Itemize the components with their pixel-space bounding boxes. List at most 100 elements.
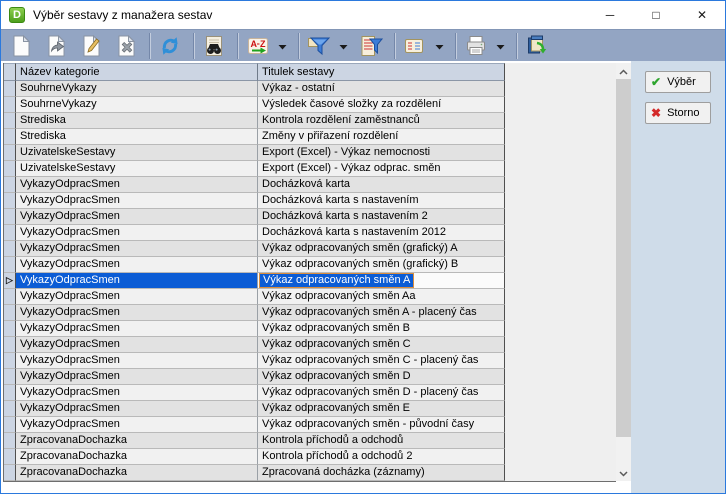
sort-az-dropdown-button[interactable] <box>276 32 289 60</box>
vertical-scrollbar[interactable] <box>616 63 631 481</box>
title-cell[interactable]: Export (Excel) - Výkaz nemocnosti <box>258 145 505 161</box>
row-selector-cell[interactable] <box>4 417 16 433</box>
table-row[interactable]: ZpracovanaDochazkaZpracovaná docházka (z… <box>4 465 616 481</box>
title-cell[interactable]: Kontrola příchodů a odchodů <box>258 433 505 449</box>
row-selector-cell[interactable] <box>4 433 16 449</box>
table-row[interactable]: VykazyOdpracSmenVýkaz odpracovaných směn… <box>4 369 616 385</box>
table-row[interactable]: VykazyOdpracSmenDocházková karta s nasta… <box>4 209 616 225</box>
row-selector-cell[interactable] <box>4 449 16 465</box>
sort-az-button[interactable]: AZ <box>244 32 272 60</box>
row-selector-cell[interactable] <box>4 321 16 337</box>
scroll-down-button[interactable] <box>616 465 631 481</box>
category-cell[interactable]: UzivatelskeSestavy <box>16 145 258 161</box>
column-header-1[interactable]: Název kategorie <box>16 63 258 81</box>
table-row[interactable]: VykazyOdpracSmenVýkaz odpracovaných směn… <box>4 289 616 305</box>
category-cell[interactable]: VykazyOdpracSmen <box>16 209 258 225</box>
scroll-up-button[interactable] <box>616 63 631 79</box>
row-selector-cell[interactable] <box>4 337 16 353</box>
category-cell[interactable]: VykazyOdpracSmen <box>16 417 258 433</box>
category-cell[interactable]: VykazyOdpracSmen <box>16 369 258 385</box>
table-row[interactable]: VykazyOdpracSmenVýkaz odpracovaných směn… <box>4 401 616 417</box>
table-row[interactable]: VykazyOdpracSmenVýkaz odpracovaných směn… <box>4 241 616 257</box>
category-cell[interactable]: VykazyOdpracSmen <box>16 289 258 305</box>
table-row[interactable]: ZpracovanaDochazkaKontrola příchodů a od… <box>4 449 616 465</box>
select-button[interactable]: ✔Výběr <box>645 71 711 93</box>
filter-dropdown-button[interactable] <box>337 32 350 60</box>
row-selector-cell[interactable] <box>4 305 16 321</box>
title-cell[interactable]: Výkaz odpracovaných směn D - placený čas <box>258 385 505 401</box>
category-cell[interactable]: UzivatelskeSestavy <box>16 161 258 177</box>
row-selector-cell[interactable] <box>4 225 16 241</box>
print-dropdown-button[interactable] <box>494 32 507 60</box>
filter-button[interactable] <box>305 32 333 60</box>
category-cell[interactable]: VykazyOdpracSmen <box>16 353 258 369</box>
title-cell[interactable]: Zpracovaná docházka (záznamy) <box>258 465 505 481</box>
table-row[interactable]: VykazyOdpracSmenDocházková karta <box>4 177 616 193</box>
new-report-button[interactable] <box>7 32 35 60</box>
title-cell[interactable]: Výkaz odpracovaných směn (grafický) B <box>258 257 505 273</box>
category-cell[interactable]: ZpracovanaDochazka <box>16 433 258 449</box>
title-cell[interactable]: Výkaz odpracovaných směn D <box>258 369 505 385</box>
table-row[interactable]: VykazyOdpracSmenVýkaz odpracovaných směn… <box>4 305 616 321</box>
title-cell[interactable]: Výkaz odpracovaných směn C - placený čas <box>258 353 505 369</box>
row-selector-cell[interactable] <box>4 81 16 97</box>
columns-dropdown-button[interactable] <box>433 32 446 60</box>
table-row[interactable]: VykazyOdpracSmenVýkaz odpracovaných směn… <box>4 417 616 433</box>
table-row[interactable]: VykazyOdpracSmenVýkaz odpracovaných směn… <box>4 337 616 353</box>
category-cell[interactable]: Strediska <box>16 129 258 145</box>
refresh-button[interactable] <box>156 32 184 60</box>
category-cell[interactable]: VykazyOdpracSmen <box>16 257 258 273</box>
row-selector-cell[interactable] <box>4 161 16 177</box>
row-selector-cell[interactable] <box>4 97 16 113</box>
maximize-button[interactable]: □ <box>633 1 679 29</box>
category-cell[interactable]: SouhrneVykazy <box>16 81 258 97</box>
table-row[interactable]: VykazyOdpracSmenDocházková karta s nasta… <box>4 225 616 241</box>
category-cell[interactable]: Strediska <box>16 113 258 129</box>
export-button[interactable] <box>523 32 551 60</box>
title-cell[interactable]: Změny v přiřazení rozdělení <box>258 129 505 145</box>
table-row[interactable]: VykazyOdpracSmenVýkaz odpracovaných směn… <box>4 257 616 273</box>
category-cell[interactable]: VykazyOdpracSmen <box>16 177 258 193</box>
category-cell[interactable]: VykazyOdpracSmen <box>16 193 258 209</box>
title-cell[interactable]: Výkaz - ostatní <box>258 81 505 97</box>
print-button[interactable] <box>462 32 490 60</box>
row-selector-cell[interactable] <box>4 129 16 145</box>
edit-report-button[interactable] <box>77 32 105 60</box>
category-cell[interactable]: ZpracovanaDochazka <box>16 449 258 465</box>
title-cell[interactable]: Výkaz odpracovaných směn A - placený čas <box>258 305 505 321</box>
title-cell[interactable]: Docházková karta s nastavením <box>258 193 505 209</box>
table-row[interactable]: VykazyOdpracSmenVýkaz odpracovaných směn… <box>4 321 616 337</box>
row-selector-cell[interactable] <box>4 145 16 161</box>
title-cell[interactable]: Docházková karta <box>258 177 505 193</box>
find-button[interactable] <box>200 32 228 60</box>
category-cell[interactable]: VykazyOdpracSmen <box>16 337 258 353</box>
table-row[interactable]: ▷VykazyOdpracSmenVýkaz odpracovaných smě… <box>4 273 616 289</box>
title-cell[interactable]: Výkaz odpracovaných směn C <box>258 337 505 353</box>
copy-report-button[interactable] <box>42 32 70 60</box>
table-row[interactable]: UzivatelskeSestavyExport (Excel) - Výkaz… <box>4 145 616 161</box>
title-cell[interactable]: Výkaz odpracovaných směn E <box>258 401 505 417</box>
row-selector-cell[interactable] <box>4 401 16 417</box>
close-button[interactable]: ✕ <box>679 1 725 29</box>
title-cell[interactable]: Docházková karta s nastavením 2 <box>258 209 505 225</box>
category-cell[interactable]: ZpracovanaDochazka <box>16 465 258 481</box>
row-selector-cell[interactable] <box>4 465 16 481</box>
minimize-button[interactable]: ─ <box>587 1 633 29</box>
filter-settings-button[interactable] <box>357 32 385 60</box>
table-row[interactable]: VykazyOdpracSmenDocházková karta s nasta… <box>4 193 616 209</box>
table-row[interactable]: ZpracovanaDochazkaKontrola příchodů a od… <box>4 433 616 449</box>
delete-report-button[interactable] <box>112 32 140 60</box>
table-row[interactable]: VykazyOdpracSmenVýkaz odpracovaných směn… <box>4 353 616 369</box>
title-cell[interactable]: Docházková karta s nastavením 2012 <box>258 225 505 241</box>
table-row[interactable]: SouhrneVykazyVýkaz - ostatní <box>4 81 616 97</box>
title-cell[interactable]: Výkaz odpracovaných směn A <box>258 273 505 289</box>
title-cell[interactable]: Kontrola příchodů a odchodů 2 <box>258 449 505 465</box>
title-cell[interactable]: Výkaz odpracovaných směn Aa <box>258 289 505 305</box>
column-header-2[interactable]: Titulek sestavy <box>258 63 505 81</box>
row-selector-cell[interactable] <box>4 369 16 385</box>
category-cell[interactable]: SouhrneVykazy <box>16 97 258 113</box>
scrollbar-thumb[interactable] <box>616 79 631 437</box>
title-cell[interactable]: Výkaz odpracovaných směn (grafický) A <box>258 241 505 257</box>
category-cell[interactable]: VykazyOdpracSmen <box>16 305 258 321</box>
table-row[interactable]: VykazyOdpracSmenVýkaz odpracovaných směn… <box>4 385 616 401</box>
